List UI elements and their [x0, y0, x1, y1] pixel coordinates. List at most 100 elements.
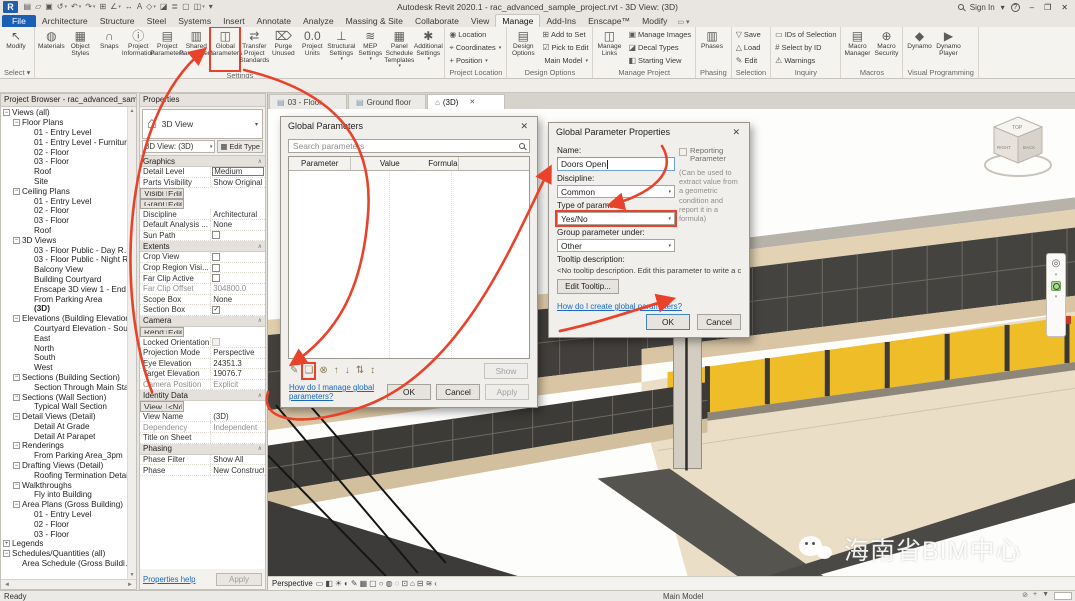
ribbon-button[interactable]: ⇄Transfer Project Standards▾ [240, 28, 268, 70]
navigation-bar[interactable]: ◎ ▾ ▾ [1046, 253, 1066, 337]
property-value[interactable]: 304800.0 [212, 284, 264, 293]
unlocked-view-icon[interactable]: ○ [379, 579, 384, 588]
ribbon-button[interactable]: ≋MEP Settings▾ [356, 28, 384, 70]
property-row[interactable]: Visibility/Graphic... Edit... [140, 188, 184, 199]
switch-windows-icon[interactable]: ◫▾ [192, 1, 206, 13]
hide-isolate-icon[interactable]: ◍ [386, 579, 393, 588]
tree-item[interactable]: Views (all) [1, 108, 136, 118]
ribbon-tab[interactable]: Architecture [36, 15, 94, 27]
ribbon-panel-label[interactable]: Macros [843, 67, 900, 78]
edit-tooltip-button[interactable]: Edit Tooltip... [557, 279, 619, 294]
tree-expander-icon[interactable] [3, 540, 10, 547]
view-scale-label[interactable]: Perspective [272, 579, 313, 588]
worksets-icon[interactable]: ≋ [426, 579, 433, 588]
table-column-header[interactable]: Parameter [289, 157, 351, 170]
view-cube[interactable]: TOP RIGHT BACK [983, 111, 1053, 197]
property-value[interactable]: Medium [212, 167, 264, 176]
tree-item[interactable]: 3D Views [1, 235, 136, 245]
tree-item[interactable]: Enscape 3D view 1 - End of C [1, 284, 136, 294]
ribbon-tab[interactable]: Insert [217, 15, 251, 27]
apply-button[interactable]: Apply [216, 573, 262, 586]
selection-count-box[interactable] [1054, 592, 1072, 600]
property-value[interactable]: New Construction [212, 466, 264, 475]
ribbon-tab[interactable]: Modify [636, 15, 673, 27]
tree-expander-icon[interactable] [13, 119, 20, 126]
reporting-parameter-checkbox[interactable] [679, 148, 687, 156]
property-row[interactable]: Detail Level Medium [140, 167, 265, 178]
tree-item[interactable]: 02 - Floor [1, 519, 136, 529]
discipline-select[interactable]: Common▾ [557, 185, 675, 198]
type-of-parameter-select[interactable]: Yes/No▾ [557, 212, 675, 225]
active-design-option[interactable]: Main Model [663, 592, 703, 601]
tree-item[interactable]: From Parking Area_3pm [1, 451, 136, 461]
ribbon-button[interactable]: ⓘProject Information▾ [124, 28, 152, 70]
crop-view-icon[interactable]: ▦ [360, 579, 368, 588]
ribbon-tab[interactable]: View [465, 15, 495, 27]
sort-descending-icon[interactable]: ↕ [370, 365, 375, 377]
zoom-dropdown-icon[interactable]: ▾ [1055, 294, 1058, 300]
default-3d-view-icon[interactable]: ◇▾ [145, 1, 158, 13]
property-row[interactable]: Parts Visibility Show Original [140, 178, 265, 189]
property-row[interactable]: Target Elevation 19076.7 [140, 369, 265, 380]
tree-item[interactable]: Renderings [1, 441, 136, 451]
property-row[interactable]: View Template <None> [140, 401, 184, 412]
property-row[interactable]: Phase Filter Show All [140, 455, 265, 466]
tree-item[interactable]: Detail At Parapet [1, 431, 136, 441]
tree-item[interactable]: Section Through Main Stair [1, 382, 136, 392]
tree-item[interactable]: Roof [1, 167, 136, 177]
properties-help-link[interactable]: Properties help [143, 575, 195, 584]
tree-item[interactable]: 02 - Floor [1, 206, 136, 216]
property-value[interactable]: Independent [212, 423, 264, 432]
ribbon-button[interactable]: ⚠Warnings▾ [773, 54, 838, 67]
thin-lines-icon[interactable]: ≣▾ [170, 1, 180, 13]
property-row[interactable]: Eye Elevation 24351.3 [140, 359, 265, 370]
ribbon-tab[interactable]: Systems [172, 15, 217, 27]
ribbon-button[interactable]: +Position▾ [447, 54, 503, 67]
ribbon-button[interactable]: ⊞Add to Set▾ [540, 28, 590, 41]
tree-item[interactable]: Legends [1, 539, 136, 549]
tree-item[interactable]: Walkthroughs [1, 480, 136, 490]
tree-item[interactable]: Area Schedule (Gross Building) [1, 559, 136, 569]
ribbon-button[interactable]: ◪Decal Types▾ [626, 41, 693, 54]
tree-expander-icon[interactable] [13, 482, 20, 489]
search-parameters-input[interactable]: Search parameters [288, 139, 530, 153]
ok-button[interactable]: OK [387, 384, 431, 400]
property-value[interactable]: Show All [212, 455, 264, 464]
help-icon[interactable]: ? [1011, 3, 1020, 12]
section-icon[interactable]: ◪▾ [158, 1, 169, 13]
ribbon-button[interactable]: ▶Dynamo Player▾ [934, 28, 962, 57]
properties-section-header[interactable]: Phasing∧ [140, 444, 265, 455]
ribbon-button[interactable]: ◍Materials▾ [37, 28, 65, 70]
view-tab[interactable]: 03 - Floor ✕ [269, 94, 347, 109]
section-collapse-icon[interactable]: ∧ [258, 392, 262, 399]
tree-expander-icon[interactable] [13, 237, 20, 244]
tree-item[interactable]: 02 - Floor [1, 147, 136, 157]
property-value[interactable]: Show Original [212, 178, 264, 187]
open-icon[interactable]: ▱▾ [34, 1, 43, 13]
ribbon-button[interactable]: ▦Object Styles▾ [66, 28, 94, 70]
group-parameter-select[interactable]: Other▾ [557, 239, 675, 252]
ribbon-button[interactable]: 0.0Project Units▾ [298, 28, 326, 70]
ribbon-panel-label[interactable]: Settings [37, 70, 442, 79]
ribbon-tab[interactable]: Massing & Site [340, 15, 409, 27]
tree-item[interactable]: Schedules/Quantities (all) [1, 549, 136, 559]
tree-item[interactable]: 01 - Entry Level [1, 128, 136, 138]
tree-item[interactable]: 03 - Floor [1, 216, 136, 226]
ribbon-panel-label[interactable]: Manage Project [595, 67, 693, 78]
section-collapse-icon[interactable]: ∧ [258, 445, 262, 452]
sync-icon[interactable]: ↺▾ [55, 1, 68, 13]
tree-item[interactable]: Detail At Grade [1, 422, 136, 432]
property-value[interactable]: Architectural [212, 210, 264, 219]
cancel-button[interactable]: Cancel [436, 384, 480, 400]
window-control-button[interactable]: – [1026, 3, 1038, 12]
tree-item[interactable]: Site [1, 177, 136, 187]
ribbon-button[interactable]: ✎Edit▾ [734, 54, 763, 67]
move-parameter-down-icon[interactable]: ↓ [345, 365, 350, 377]
ribbon-button[interactable]: ⊥Structural Settings▾ [327, 28, 355, 70]
tree-item[interactable]: 01 - Entry Level [1, 510, 136, 520]
property-checkbox[interactable] [212, 274, 220, 282]
properties-section-header[interactable]: Graphics∧ [140, 156, 265, 167]
property-value[interactable]: (3D) [212, 412, 264, 421]
ribbon-button[interactable]: ▭IDs of Selection▾ [773, 28, 838, 41]
tree-item[interactable]: Typical Wall Section [1, 402, 136, 412]
